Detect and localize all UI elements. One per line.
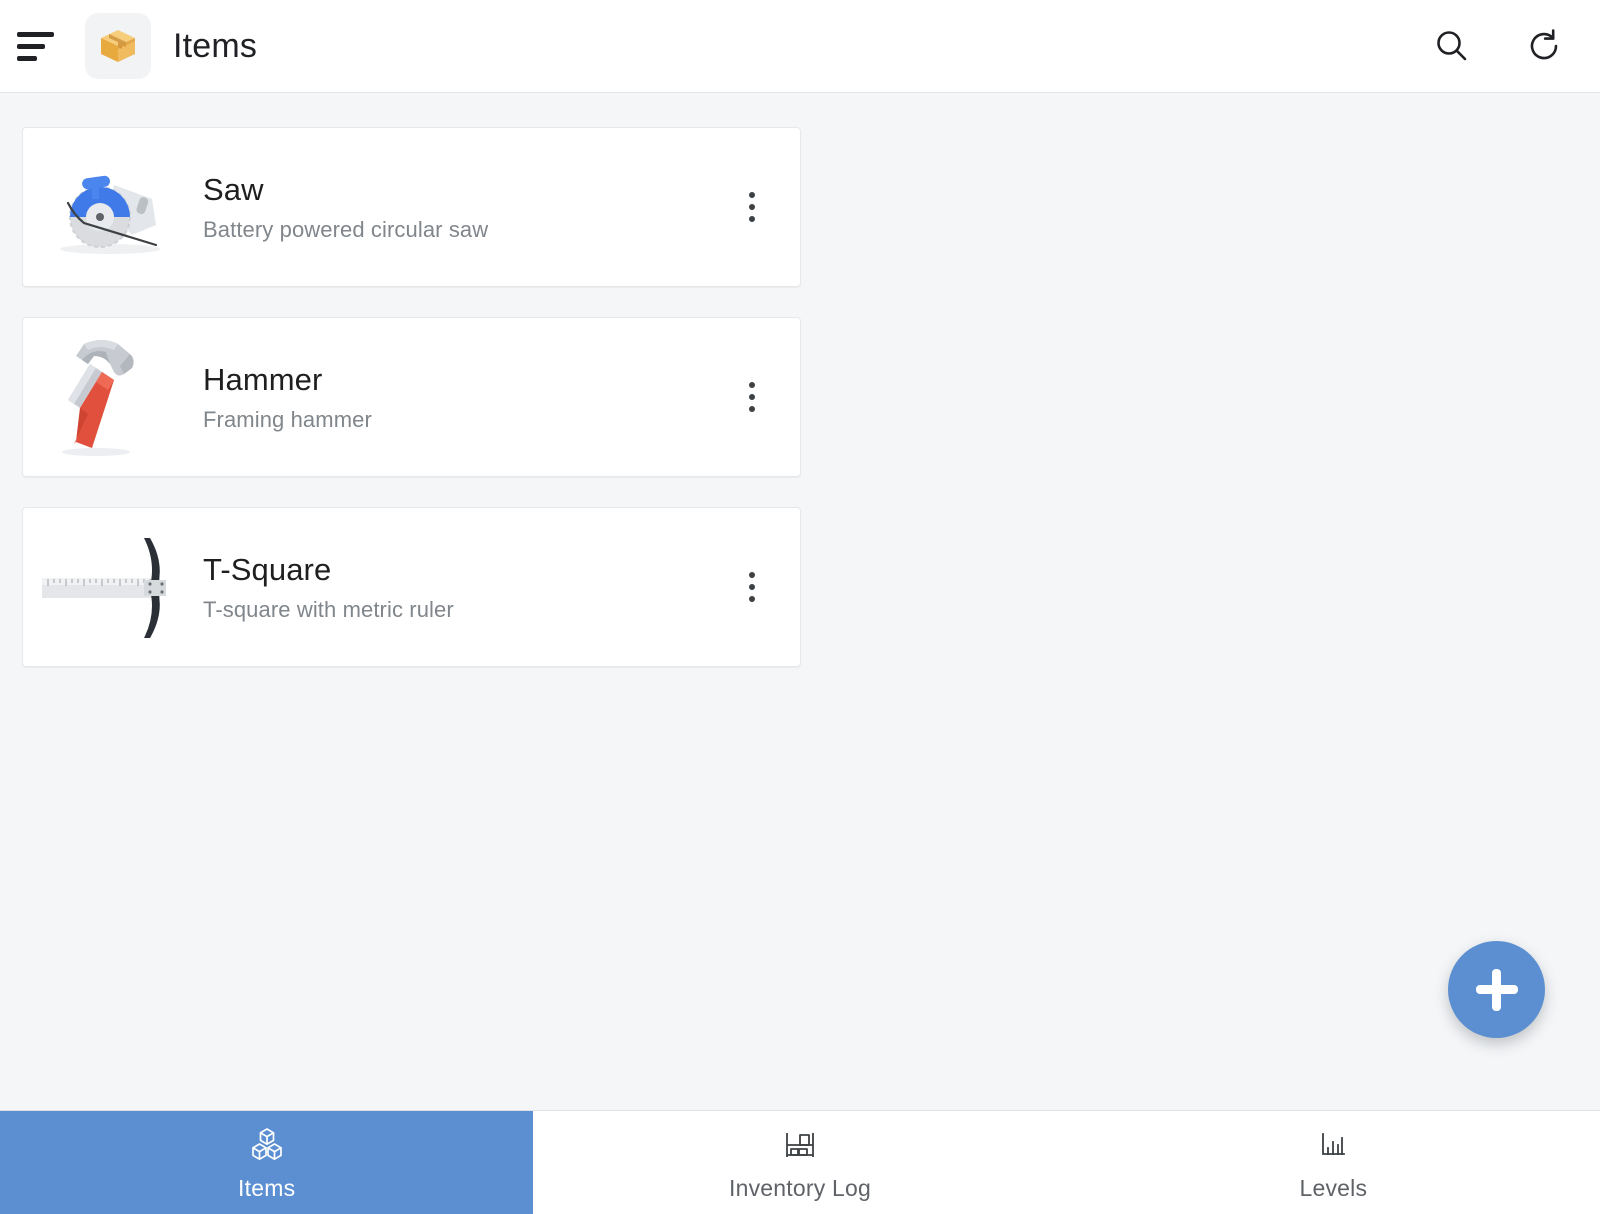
menu-line-1 bbox=[17, 31, 54, 37]
dot-1 bbox=[749, 192, 755, 198]
dot-1 bbox=[749, 382, 755, 388]
item-subtitle: Battery powered circular saw bbox=[203, 216, 489, 242]
search-icon[interactable] bbox=[1430, 24, 1474, 68]
more-vertical-icon[interactable] bbox=[734, 375, 770, 419]
dot-1 bbox=[749, 572, 755, 578]
page-title: Items bbox=[173, 26, 258, 65]
nav-item-levels[interactable]: Levels bbox=[1067, 1111, 1600, 1214]
bar-chart-icon bbox=[1322, 1132, 1346, 1155]
nav-label-items: Items bbox=[238, 1174, 296, 1201]
plus-icon-vertical bbox=[1492, 968, 1501, 1011]
nav-label-inventory-log: Inventory Log bbox=[729, 1174, 871, 1201]
menu-line-2 bbox=[17, 43, 45, 49]
dot-3 bbox=[749, 406, 755, 412]
menu-line-3 bbox=[17, 55, 37, 61]
item-card-text: Saw Battery powered circular saw bbox=[203, 171, 488, 243]
boxes-icon bbox=[251, 1127, 282, 1160]
item-card-text: Hammer Framing hammer bbox=[203, 361, 372, 433]
item-title: T-Square bbox=[203, 552, 332, 588]
dot-2 bbox=[749, 204, 755, 210]
refresh-icon[interactable] bbox=[1522, 24, 1566, 68]
dot-3 bbox=[749, 596, 755, 602]
hamburger-menu-icon[interactable] bbox=[10, 18, 66, 74]
app-bar: Items bbox=[0, 0, 1600, 93]
item-card-text: T-Square T-square with metric ruler bbox=[203, 551, 454, 623]
app-bar-actions bbox=[1430, 24, 1566, 68]
add-item-fab[interactable] bbox=[1448, 941, 1545, 1038]
more-vertical-icon[interactable] bbox=[734, 565, 770, 609]
items-grid: Saw Battery powered circular saw Hammer … bbox=[22, 127, 1578, 667]
item-card-t-square[interactable]: T-Square T-square with metric ruler bbox=[22, 507, 801, 667]
circular-saw-icon bbox=[35, 147, 185, 267]
nav-label-levels: Levels bbox=[1299, 1174, 1368, 1201]
items-content: Saw Battery powered circular saw Hammer … bbox=[0, 93, 1600, 1110]
item-card-saw[interactable]: Saw Battery powered circular saw bbox=[22, 127, 801, 287]
package-box-icon bbox=[85, 13, 151, 79]
shelf-icon bbox=[786, 1132, 814, 1157]
more-vertical-icon[interactable] bbox=[734, 185, 770, 229]
nav-item-items[interactable]: Items bbox=[0, 1111, 534, 1214]
t-square-icon bbox=[35, 527, 185, 647]
nav-item-inventory-log[interactable]: Inventory Log bbox=[533, 1111, 1066, 1214]
dot-2 bbox=[749, 584, 755, 590]
item-title: Saw bbox=[203, 172, 264, 208]
item-subtitle: T-square with metric ruler bbox=[203, 596, 454, 622]
item-subtitle: Framing hammer bbox=[203, 406, 372, 432]
item-title: Hammer bbox=[203, 362, 323, 398]
dot-2 bbox=[749, 394, 755, 400]
dot-3 bbox=[749, 216, 755, 222]
bottom-navigation: Items Inventory Log Levels bbox=[0, 1110, 1600, 1214]
item-card-hammer[interactable]: Hammer Framing hammer bbox=[22, 317, 801, 477]
hammer-icon bbox=[35, 337, 185, 457]
